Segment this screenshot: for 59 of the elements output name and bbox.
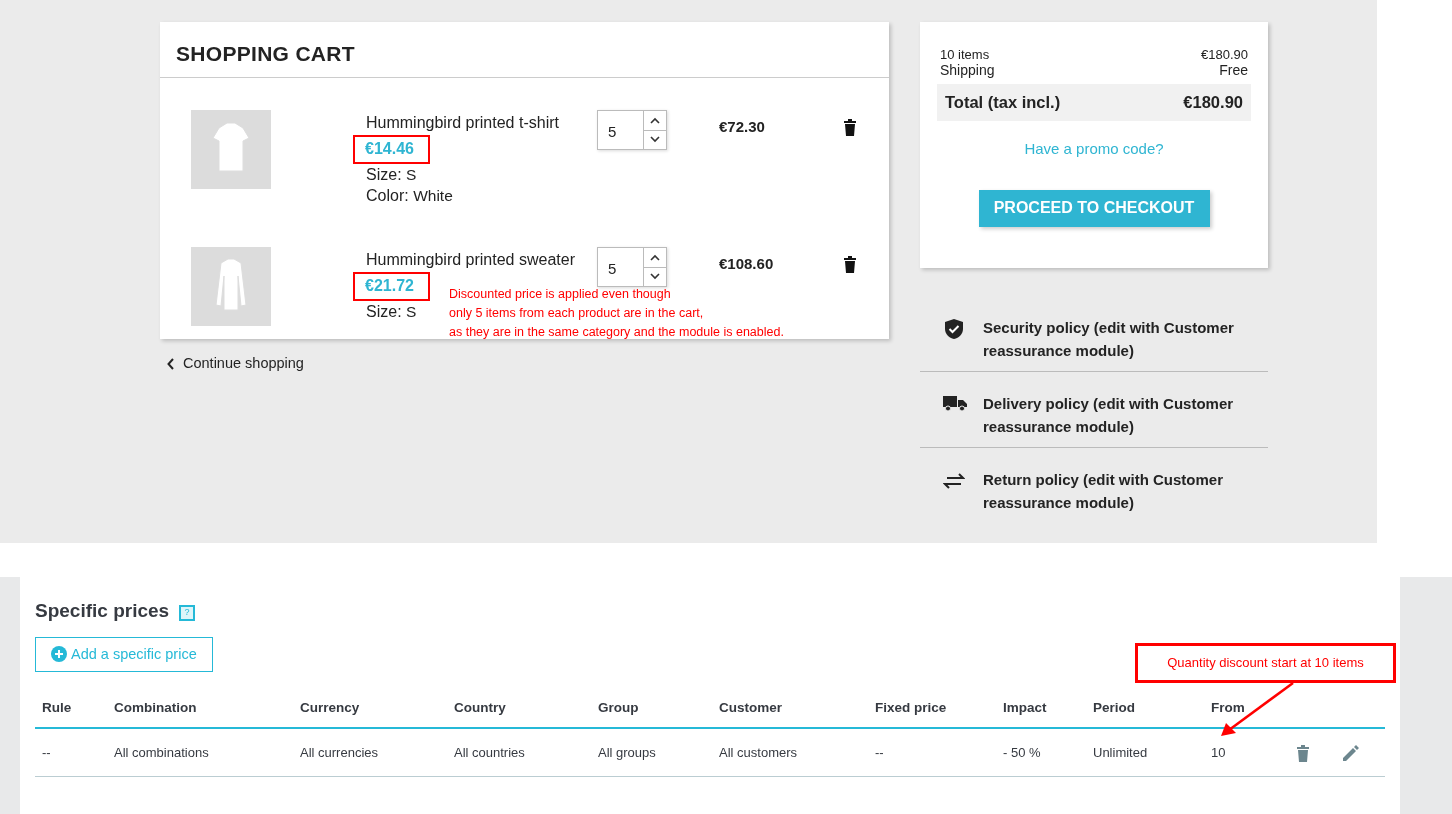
product-attribute: Color: White	[366, 186, 453, 206]
column-header: Country	[447, 690, 591, 728]
pencil-icon[interactable]	[1341, 744, 1359, 762]
summary-label: 10 items	[940, 46, 990, 60]
table-cell: --	[42, 744, 51, 760]
plus-circle-icon	[51, 646, 67, 663]
chevron-down-icon	[650, 273, 661, 281]
table-cell: Unlimited	[1093, 744, 1148, 760]
table-cell: 10	[1211, 744, 1226, 760]
table-cell: All groups	[598, 744, 656, 760]
product-attribute: Size: S	[366, 165, 417, 185]
swap-arrows-icon	[943, 470, 967, 489]
table-cell: All combinations	[114, 744, 209, 760]
annotation-callout: Quantity discount start at 10 items	[1135, 643, 1396, 683]
column-header: Combination	[107, 690, 293, 728]
summary-value: Free	[1219, 61, 1248, 80]
line-total: €108.60	[719, 254, 774, 272]
column-header: Period	[1086, 690, 1204, 728]
policy-text: Delivery policy (edit with Customer reassurance module)	[983, 394, 1235, 437]
product-name[interactable]: Hummingbird printed t-shirt	[366, 111, 597, 135]
decrease-button[interactable]	[644, 129, 666, 149]
decrease-button[interactable]	[644, 266, 666, 286]
chevron-down-icon	[650, 136, 661, 144]
line-total: €72.30	[719, 117, 765, 135]
product-price: €14.46	[353, 135, 430, 164]
product-attribute: Size: S	[366, 302, 417, 322]
chevron-up-icon	[650, 253, 661, 261]
increase-button[interactable]	[644, 111, 666, 130]
table-cell: All currencies	[300, 744, 379, 760]
truck-icon	[943, 394, 967, 412]
continue-shopping-link[interactable]: Continue shopping	[167, 353, 304, 375]
cart-title: SHOPPING CART	[160, 22, 889, 78]
total-value: €180.90	[1183, 92, 1243, 113]
table-cell: - 50 %	[1003, 744, 1041, 760]
annotation-note: Discounted price is applied even though only 5 items from each product are in the cart, as they are in the same category and the module is enabled.	[449, 286, 784, 341]
chevron-up-icon	[650, 116, 661, 124]
quantity-field[interactable]: 5	[597, 110, 667, 150]
policy-text: Return policy (edit with Customer reassurance module)	[983, 470, 1224, 513]
total-label: Total (tax incl.)	[945, 92, 1061, 113]
summary-label: Shipping	[940, 61, 995, 80]
trash-icon[interactable]	[843, 255, 857, 273]
column-header: Fixed price	[868, 690, 996, 728]
table-cell: All countries	[454, 744, 525, 760]
quantity-field[interactable]: 5	[597, 247, 667, 287]
section-title: Specific prices	[35, 600, 170, 621]
table-cell: All customers	[719, 744, 798, 760]
product-name[interactable]: Hummingbird printed sweater	[366, 248, 597, 272]
policy-text: Security policy (edit with Customer reassurance module)	[983, 318, 1235, 361]
summary-value: €180.90	[1201, 46, 1248, 60]
increase-button[interactable]	[644, 248, 666, 267]
column-header: Customer	[712, 690, 868, 728]
trash-icon[interactable]	[843, 118, 857, 136]
column-header: Group	[591, 690, 712, 728]
column-header: Impact	[996, 690, 1086, 728]
column-header: Currency	[293, 690, 447, 728]
chevron-left-icon	[167, 357, 175, 370]
column-header: Rule	[35, 690, 107, 728]
product-price: €21.72	[353, 272, 430, 301]
table-cell: --	[875, 744, 884, 760]
